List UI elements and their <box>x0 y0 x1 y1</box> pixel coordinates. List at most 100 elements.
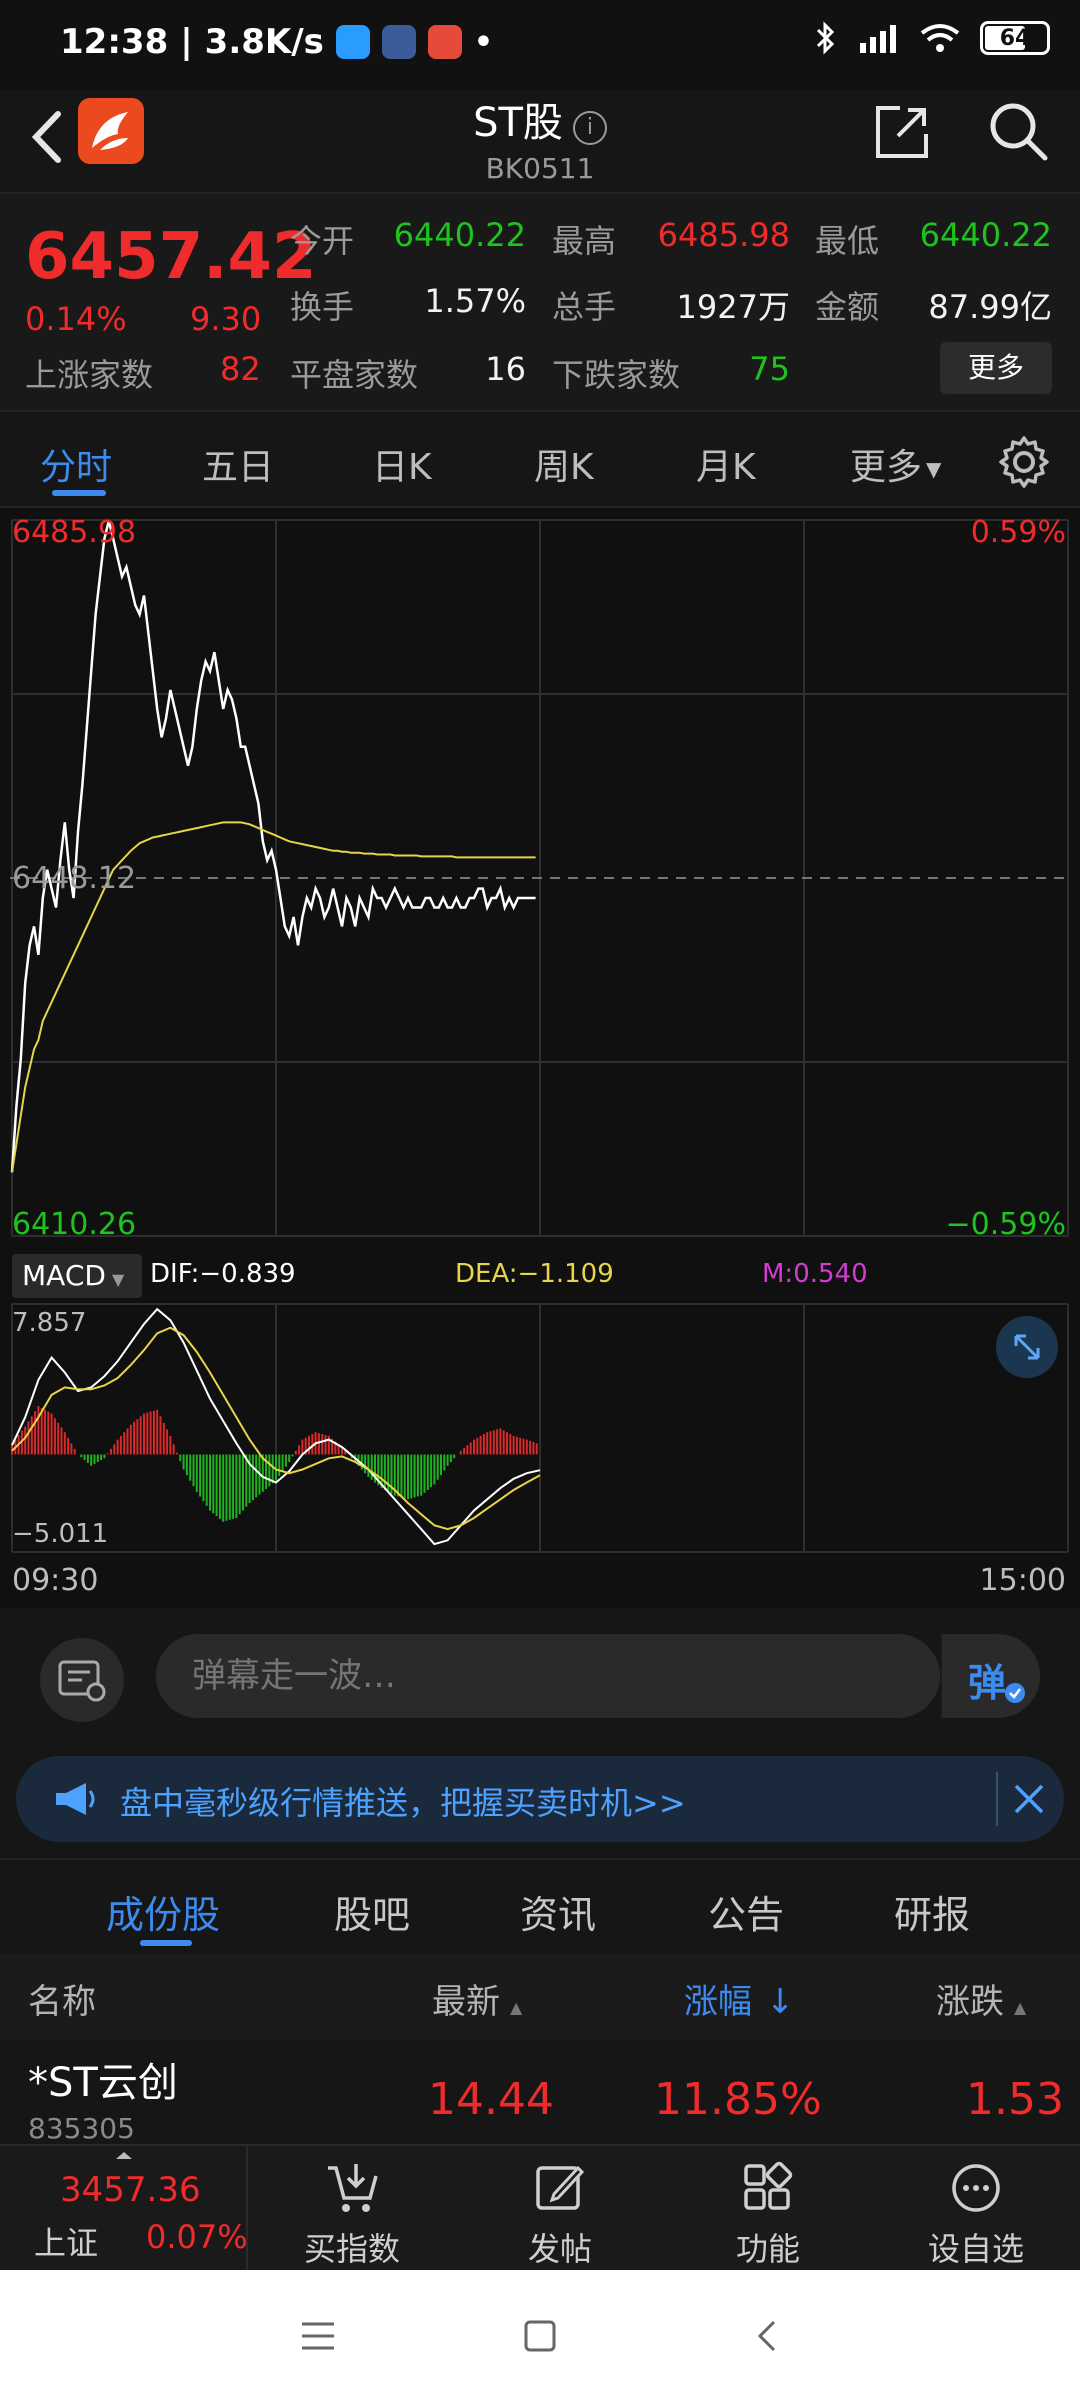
status-net-speed: 3.8K/s <box>204 22 324 62</box>
danmaku-bar: 弹 <box>0 1608 1080 1748</box>
chart-period-tabs: 分时 五日 日K 周K 月K 更多 ▼ <box>0 414 1080 508</box>
quote-more-button[interactable]: 更多 <box>940 342 1052 394</box>
col-change-label: 涨跌 <box>936 1982 1004 2022</box>
promo-banner[interactable]: 盘中毫秒级行情推送，把握买卖时机>> <box>16 1756 1064 1842</box>
turnover-label: 换手 <box>290 288 355 326</box>
gear-icon[interactable] <box>996 434 1052 490</box>
tab-constituents[interactable]: 成份股 <box>106 1884 220 1939</box>
nav-post[interactable]: 发帖 <box>480 2156 640 2268</box>
danmaku-toggle-button[interactable]: 弹 <box>940 1634 1040 1718</box>
open-value: 6440.22 <box>393 216 526 254</box>
danmaku-toggle-label: 弹 <box>968 1661 1007 1705</box>
macd-histogram <box>11 1406 538 1522</box>
pct-axis-bottom-label: −0.59% <box>946 1207 1066 1242</box>
table-row[interactable]: *ST云创 835305 14.44 11.85% 1.53 <box>0 2040 1080 2150</box>
home-icon[interactable] <box>520 2316 560 2356</box>
indicator-select-label: MACD <box>22 1259 106 1292</box>
nav-functions-label: 功能 <box>735 2230 800 2268</box>
tab-weekly-k[interactable]: 周K <box>534 438 594 490</box>
wifi-icon <box>920 24 960 52</box>
danmaku-settings-icon <box>58 1660 106 1702</box>
check-badge-icon <box>1005 1683 1025 1703</box>
nav-add-watchlist[interactable]: 设自选 <box>896 2156 1056 2268</box>
tab-more[interactable]: 更多 ▼ <box>850 438 941 490</box>
danmaku-input[interactable] <box>156 1634 940 1718</box>
change-value: 9.30 <box>190 300 262 338</box>
flat-count-label: 平盘家数 <box>290 356 419 394</box>
nav-functions[interactable]: 功能 <box>688 2156 848 2268</box>
pct-axis-top-label: 0.59% <box>971 515 1066 550</box>
tab-daily-k[interactable]: 日K <box>372 438 432 490</box>
current-price: 6457.42 <box>25 220 317 294</box>
up-count-label: 上涨家数 <box>25 356 154 394</box>
signal-icon <box>860 25 896 53</box>
amount-value: 87.99亿 <box>928 288 1052 326</box>
expand-icon <box>1014 1334 1040 1360</box>
tab-research[interactable]: 研报 <box>894 1884 970 1939</box>
x-axis-start-label: 09:30 <box>12 1563 98 1598</box>
volume-value: 1927万 <box>676 288 790 326</box>
col-change-header[interactable]: 涨跌 ▲ <box>936 1974 1026 2023</box>
app-notification-icon <box>335 25 370 59</box>
danmaku-settings-button[interactable] <box>40 1638 124 1722</box>
down-count: 75 <box>749 350 790 388</box>
tab-forum[interactable]: 股吧 <box>334 1884 410 1939</box>
indicator-select[interactable]: MACD ▼ <box>12 1254 142 1298</box>
nav-buy-index-label: 买指数 <box>303 2230 400 2268</box>
expand-up-icon <box>116 2152 132 2159</box>
tab-intraday[interactable]: 分时 <box>40 438 112 490</box>
back-nav-icon[interactable] <box>748 2316 788 2356</box>
high-value: 6485.98 <box>657 216 790 254</box>
x-axis-end-label: 15:00 <box>980 1563 1066 1598</box>
promo-close-button[interactable] <box>996 1772 1050 1826</box>
page-title: ST股 <box>473 100 563 146</box>
macd-dif-label: DIF:−0.839 <box>150 1259 296 1289</box>
down-count-label: 下跌家数 <box>552 356 681 394</box>
close-icon <box>1014 1784 1044 1814</box>
stock-code: 835305 <box>28 2112 135 2145</box>
y-axis-bottom-label: 6410.26 <box>12 1207 136 1242</box>
index-ticker[interactable]: 3457.36 上证 0.07% <box>0 2146 248 2272</box>
sort-desc-icon: ↓ <box>766 1982 795 2022</box>
caret-down-icon: ▼ <box>926 457 942 481</box>
turnover-value: 1.57% <box>424 282 526 320</box>
intraday-chart[interactable]: 6485.98 0.59% 6448.12 6410.26 −0.59% DIF… <box>0 508 1080 1608</box>
quote-panel: 6457.42 0.14% 9.30 上涨家数 82 今开 6440.22 最高… <box>0 192 1080 412</box>
col-latest-header[interactable]: 最新 ▲ <box>432 1974 522 2023</box>
promo-text: 盘中毫秒级行情推送，把握买卖时机>> <box>120 1784 686 1822</box>
app-header: ST股 i BK0511 <box>0 90 1080 190</box>
y-axis-mid-label: 6448.12 <box>12 861 136 896</box>
col-pct-header[interactable]: 涨幅 ↓ <box>684 1974 795 2023</box>
nav-add-watchlist-label: 设自选 <box>927 2230 1024 2268</box>
nav-buy-index[interactable]: 买指数 <box>272 2156 432 2268</box>
more-circle-icon <box>952 2164 1000 2212</box>
settings-notification-icon <box>381 25 416 59</box>
sort-icon: ▲ <box>1014 1998 1027 2017</box>
grid-icon <box>744 2161 793 2210</box>
search-icon[interactable] <box>985 98 1051 164</box>
edit-icon <box>536 2165 585 2210</box>
bluetooth-icon <box>816 21 835 55</box>
tab-news[interactable]: 资讯 <box>520 1884 596 1939</box>
tab-more-label: 更多 <box>850 447 923 488</box>
status-time: 12:38 <box>60 22 169 62</box>
caret-down-icon: ▼ <box>111 1270 125 1289</box>
active-tab-indicator <box>52 490 106 496</box>
tab-monthly-k[interactable]: 月K <box>696 438 756 490</box>
stock-change: 1.53 <box>966 2074 1064 2125</box>
stock-latest: 14.44 <box>428 2074 554 2125</box>
menu-icon[interactable] <box>298 2316 338 2356</box>
stock-name: *ST云创 <box>28 2060 178 2106</box>
active-tab-indicator <box>140 1940 192 1946</box>
low-label: 最低 <box>815 222 880 260</box>
tab-five-day[interactable]: 五日 <box>202 438 274 490</box>
info-icon[interactable]: i <box>572 110 607 145</box>
tab-announcements[interactable]: 公告 <box>708 1884 784 1939</box>
chart-grid <box>11 519 1069 1553</box>
content-tabs: 成份股 股吧 资讯 公告 研报 <box>0 1858 1080 1954</box>
share-icon[interactable] <box>870 100 934 164</box>
change-percent: 0.14% <box>25 300 127 338</box>
macd-m-label: M:0.540 <box>762 1259 868 1289</box>
expand-chart-button[interactable] <box>996 1316 1058 1378</box>
table-header: 名称 最新 ▲ 涨幅 ↓ 涨跌 ▲ <box>0 1954 1080 2040</box>
